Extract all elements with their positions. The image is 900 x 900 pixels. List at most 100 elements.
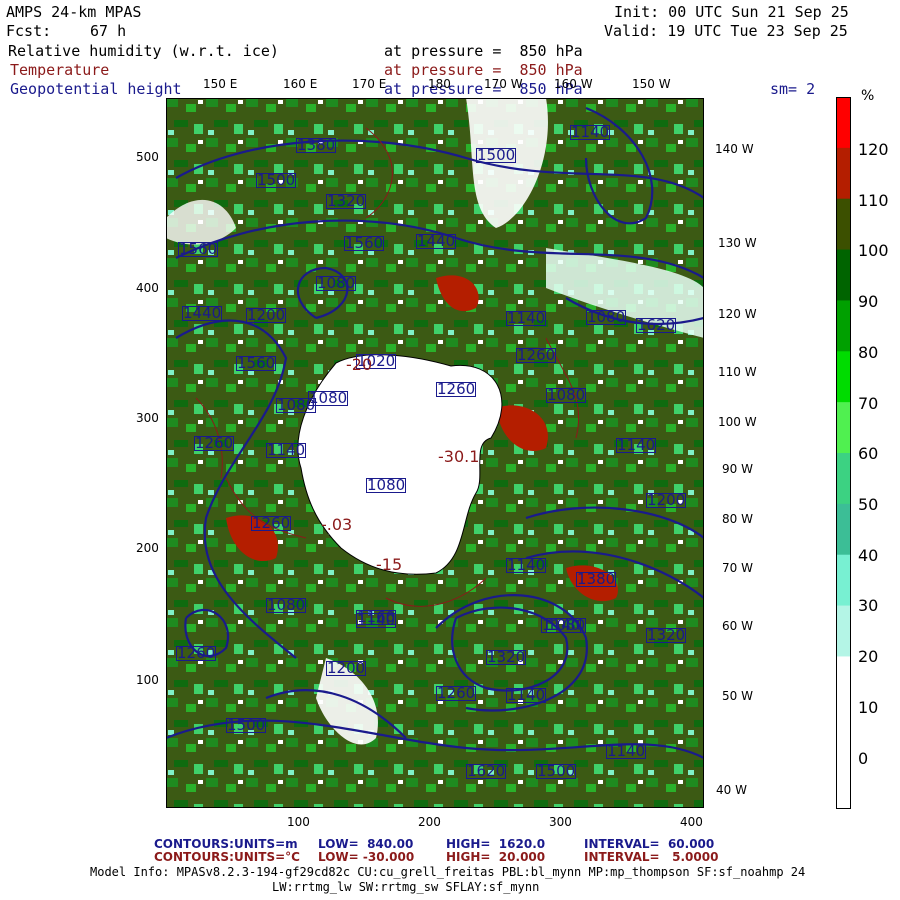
height-label: 1080: [316, 274, 357, 292]
colorbar-label: 20: [858, 647, 879, 666]
height-label: 1560: [178, 240, 219, 258]
height-label: 1440: [182, 304, 223, 322]
lon-label: 60 W: [722, 619, 753, 633]
lon-label: 160 E: [283, 77, 318, 91]
height-label: 1500: [536, 762, 577, 780]
height-label: 1500: [256, 171, 297, 189]
height-label: 1320: [646, 626, 687, 644]
temp-label: -20: [346, 355, 373, 374]
height-label: 1260: [176, 644, 217, 662]
colorbar-swatch: [836, 249, 851, 301]
footer-contour2-interval: INTERVAL= 5.0000: [584, 850, 719, 864]
height-label: 1080: [586, 308, 627, 326]
height-label: 1140: [506, 309, 547, 327]
height-label: 1140: [570, 123, 611, 141]
height-label: 1080: [546, 386, 587, 404]
height-label: 1160: [356, 608, 397, 626]
height-label: 1380: [296, 136, 337, 154]
x-tick: 100: [287, 815, 310, 829]
y-tick: 300: [136, 411, 159, 425]
height-label: 1140: [506, 556, 547, 574]
lon-label: 160 W: [554, 77, 593, 91]
forecast-hours: 67 h: [90, 22, 127, 40]
height-label: 1260: [251, 514, 292, 532]
lon-label: 90 W: [722, 462, 753, 476]
colorbar-label: 90: [858, 292, 879, 311]
lon-label: 140 W: [715, 142, 754, 156]
colorbar-label: 30: [858, 596, 879, 615]
height-label: 1080: [276, 396, 317, 414]
lon-label: 110 W: [718, 365, 757, 379]
height-label: 1260: [436, 684, 477, 702]
field-temp-name: Temperature: [10, 61, 110, 79]
height-label: 1200: [326, 659, 367, 677]
footer-contour2-low: LOW= -30.000: [318, 850, 415, 864]
height-label: 1260: [194, 434, 235, 452]
footer-model-info-2: LW:rrtmg_lw SW:rrtmg_sw SFLAY:sf_mynn: [272, 880, 540, 894]
init-time: Init: 00 UTC Sun 21 Sep 25: [614, 3, 849, 21]
temp-label: -.03: [321, 515, 353, 534]
forecast-label: Fcst:: [6, 22, 52, 40]
height-label: 1560: [344, 234, 385, 252]
lon-label: 130 W: [718, 236, 757, 250]
height-label: 1140: [266, 441, 307, 459]
lon-label: 100 W: [718, 415, 757, 429]
colorbar-swatch: [836, 656, 851, 708]
colorbar-swatch: [836, 198, 851, 251]
height-label: 1560: [236, 354, 277, 372]
colorbar-swatch: [836, 351, 851, 403]
colorbar-label: 120: [858, 140, 889, 159]
height-label: 1620: [466, 762, 507, 780]
field-rh-name: Relative humidity (w.r.t. ice): [8, 42, 279, 60]
colorbar-label: 80: [858, 343, 879, 362]
lon-label: 120 W: [718, 307, 757, 321]
map-plot: 1140 1500 1560 1320 1440 1500 1080 1200 …: [166, 98, 704, 808]
lon-label: 50 W: [722, 689, 753, 703]
height-label: 1260: [436, 380, 477, 398]
colorbar-label: 0: [858, 749, 869, 768]
smoothing-label: sm= 2: [770, 80, 816, 98]
height-label: 1080: [366, 476, 407, 494]
colorbar-swatch: [836, 453, 851, 505]
colorbar-swatch: [836, 402, 851, 454]
height-label: 1200: [246, 306, 287, 324]
lon-label: 150 W: [632, 77, 671, 91]
colorbar-swatch: [836, 503, 851, 556]
height-label: 1320: [326, 192, 367, 210]
lon-label: 150 E: [203, 77, 238, 91]
lon-label: 80 W: [722, 512, 753, 526]
temp-label: -30.1: [438, 447, 480, 466]
colorbar-swatch: [836, 554, 851, 607]
x-tick: 400: [680, 815, 703, 829]
colorbar-swatch: [836, 97, 851, 149]
colorbar: [836, 97, 851, 810]
model-title: AMPS 24-km MPAS: [6, 3, 142, 21]
footer-contour2-units: UNITS=°C: [234, 850, 300, 864]
colorbar-label: 60: [858, 444, 879, 463]
height-label: 1140: [616, 436, 657, 454]
x-tick: 300: [549, 815, 572, 829]
y-tick: 500: [136, 150, 159, 164]
colorbar-swatch: [836, 605, 851, 657]
lon-label: 170 W: [484, 77, 523, 91]
lon-label: 70 W: [722, 561, 753, 575]
height-label: 1440: [416, 232, 457, 250]
footer-contour2-high: HIGH= 20.000: [446, 850, 546, 864]
colorbar-swatch: [836, 707, 851, 759]
height-label: 1200: [646, 491, 687, 509]
colorbar-label: 40: [858, 546, 879, 565]
field-height-name: Geopotential height: [10, 80, 182, 98]
field-rh-level: at pressure = 850 hPa: [384, 42, 583, 60]
height-label: 1500: [476, 146, 517, 164]
height-label: 1140: [541, 616, 582, 634]
colorbar-label: 70: [858, 394, 879, 413]
footer-contour2-label: CONTOURS:: [154, 850, 234, 864]
footer-model-info: Model Info: MPASv8.2.3-194-gf29cd82c CU:…: [90, 865, 806, 879]
colorbar-label: 110: [858, 191, 889, 210]
lon-label: 170 E: [352, 77, 387, 91]
colorbar-swatch: [836, 758, 851, 810]
valid-time: Valid: 19 UTC Tue 23 Sep 25: [604, 22, 848, 40]
colorbar-label: 100: [858, 241, 889, 260]
y-tick: 200: [136, 541, 159, 555]
height-label: 1500: [226, 716, 267, 734]
